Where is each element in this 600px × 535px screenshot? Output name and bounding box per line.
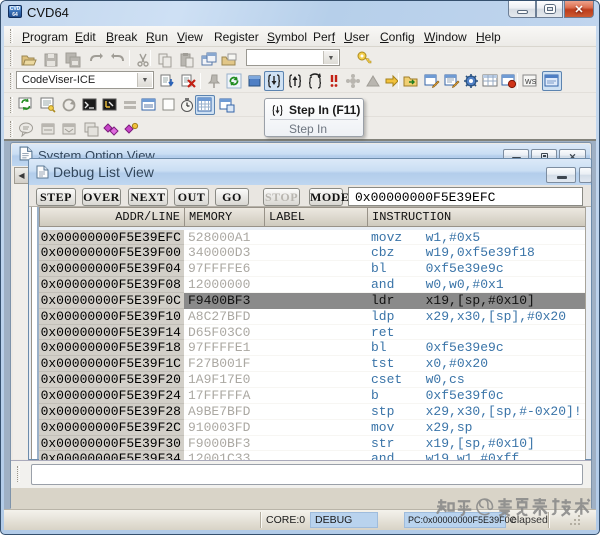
svg-text:WS: WS xyxy=(525,79,537,86)
